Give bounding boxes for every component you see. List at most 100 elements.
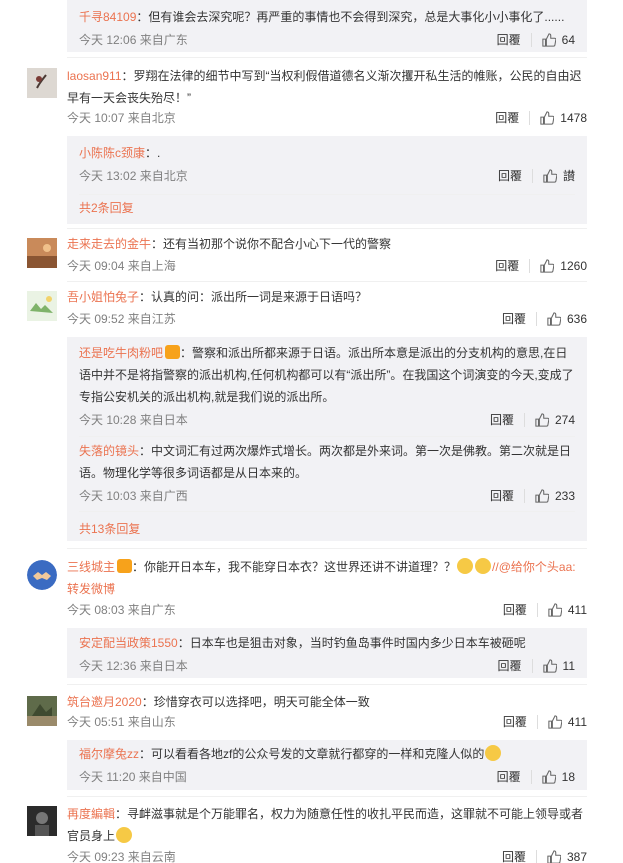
comment-actions: 回覆 1260	[495, 256, 587, 276]
like-count: 1478	[560, 111, 587, 125]
sub-reply: 福尔摩兔zz：可以看看各地zf的公众号发的文章就行都穿的一样和克隆人似的 今天 …	[79, 743, 575, 787]
avatar-image	[27, 806, 57, 836]
thumbs-up-icon[interactable]	[535, 413, 549, 427]
comment-actions: 回覆 411	[503, 600, 587, 620]
reply-button[interactable]: 回覆	[502, 309, 526, 329]
comment-actions: 回覆 636	[502, 309, 587, 329]
vip-badge-icon	[117, 559, 133, 573]
thumbs-up-icon[interactable]	[548, 715, 562, 729]
reply-button[interactable]: 回覆	[503, 712, 527, 732]
comment-list: 千寻84109：但有谁会去深究呢？再严重的事情也不会得到深究，总是大事化小小事化…	[0, 0, 623, 863]
vip-badge-icon	[165, 345, 181, 359]
divider	[67, 684, 587, 685]
reply-button[interactable]: 回覆	[498, 166, 522, 186]
comment-text: 但有谁会去深究呢？再严重的事情也不会得到深究，总是大事化小小事化了......	[148, 10, 565, 24]
comment-time: 今天 12:36 来自日本	[79, 659, 188, 673]
view-more-replies-link[interactable]: 共13条回复	[79, 520, 140, 537]
comment-time: 今天 10:07 来自北京	[67, 111, 176, 125]
commenter-name[interactable]: 走来走去的金牛	[67, 237, 151, 251]
like-count: 11	[562, 659, 575, 673]
reply-button[interactable]: 回覆	[502, 847, 526, 863]
avatar-image	[27, 291, 57, 321]
comment-text: .	[157, 146, 161, 160]
commenter-name[interactable]: 福尔摩兔zz	[79, 747, 139, 761]
sub-reply-box: 千寻84109：但有谁会去深究呢？再严重的事情也不会得到深究，总是大事化小小事化…	[67, 0, 587, 52]
sub-reply: 小陈陈c颈康：. 今天 13:02 来自北京 回覆 讃	[79, 142, 575, 186]
reply-button[interactable]: 回覆	[495, 256, 519, 276]
commenter-name[interactable]: 筑台邀月2020	[67, 695, 142, 709]
comment-actions: 回覆 233	[490, 486, 575, 506]
thumbs-up-icon[interactable]	[547, 850, 561, 863]
comment-time: 今天 09:04 来自上海	[67, 259, 176, 273]
commenter-name[interactable]: 小陈陈c颈康	[79, 146, 145, 160]
comment-time: 今天 11:20 来自中国	[79, 770, 187, 784]
comment-time: 今天 08:03 来自广东	[67, 603, 176, 617]
like-count: 233	[554, 489, 575, 503]
reply-button[interactable]: 回覆	[490, 486, 514, 506]
divider	[67, 228, 587, 229]
avatar[interactable]	[27, 560, 57, 590]
commenter-name[interactable]: 再度編輯	[67, 807, 115, 821]
sub-reply-box: 还是吃牛肉粉吧 ：警察和派出所都来源于日语。派出所本意是派出的分支机构的意思,在日…	[67, 337, 587, 541]
comment-time: 今天 05:51 来自山东	[67, 715, 176, 729]
thumbs-up-icon[interactable]	[548, 603, 562, 617]
commenter-name[interactable]: 还是吃牛肉粉吧	[79, 346, 163, 360]
sub-reply: 千寻84109：但有谁会去深究呢？再严重的事情也不会得到深究，总是大事化小小事化…	[79, 6, 575, 50]
comment-actions: 回覆 274	[490, 410, 575, 430]
emoji-icon	[116, 827, 133, 843]
reply-button[interactable]: 回覆	[498, 656, 522, 676]
sub-reply-box: 安定配当政策1550：日本车也是狙击对象，当时钓鱼岛事件时国内多少日本车被砸呢 …	[67, 628, 587, 678]
like-count: 64	[561, 33, 575, 47]
avatar[interactable]	[27, 696, 57, 726]
thumbs-up-icon[interactable]	[542, 659, 557, 673]
like-count: 274	[554, 413, 575, 427]
emoji-icon	[485, 745, 502, 761]
reply-button[interactable]: 回覆	[497, 30, 521, 50]
divider	[67, 548, 587, 549]
commenter-name[interactable]: 三线城主	[67, 560, 115, 574]
avatar-image	[27, 560, 57, 590]
reply-button[interactable]: 回覆	[490, 410, 514, 430]
comment-actions: 回覆 411	[503, 712, 587, 732]
avatar[interactable]	[27, 238, 57, 268]
thumbs-up-icon[interactable]	[535, 489, 549, 503]
commenter-name[interactable]: 千寻84109	[79, 10, 136, 24]
thumbs-up-icon[interactable]	[547, 312, 561, 326]
like-count: 411	[567, 715, 587, 729]
thumbs-up-icon[interactable]	[541, 33, 556, 47]
commenter-name[interactable]: laosan911	[67, 69, 122, 83]
avatar[interactable]	[27, 68, 57, 98]
commenter-name[interactable]: 吾小姐怕兔子	[67, 290, 139, 304]
commenter-name[interactable]: 失落的镜头	[79, 444, 139, 458]
reply-button[interactable]: 回覆	[503, 600, 527, 620]
thumbs-up-icon[interactable]	[540, 259, 555, 273]
like-count: 讃	[562, 169, 575, 183]
view-more-replies-link[interactable]: 共2条回复	[79, 199, 134, 216]
like-count: 636	[566, 312, 587, 326]
avatar-image	[27, 238, 57, 268]
thumbs-up-icon[interactable]	[541, 770, 556, 784]
avatar-image	[27, 68, 57, 98]
comment-time: 今天 09:23 来自云南	[67, 850, 176, 863]
avatar[interactable]	[27, 291, 57, 321]
comment-time: 今天 09:52 来自江苏	[67, 312, 176, 326]
comment-text: 罗翔在法律的细节中写到“当权利假借道德名义渐次攫开私生活的帷账，公民的自由迟早有…	[67, 69, 582, 105]
sub-reply: 安定配当政策1550：日本车也是狙击对象，当时钓鱼岛事件时国内多少日本车被砸呢 …	[79, 632, 575, 676]
thumbs-up-icon[interactable]	[540, 111, 555, 125]
divider	[67, 57, 587, 58]
comment-time: 今天 12:06 来自广东	[79, 33, 188, 47]
emoji-icon	[475, 558, 492, 574]
like-count: 1260	[560, 259, 587, 273]
comment-actions: 回覆 18	[497, 767, 575, 787]
reply-button[interactable]: 回覆	[495, 108, 519, 128]
commenter-name[interactable]: 安定配当政策1550	[79, 636, 178, 650]
divider	[67, 796, 587, 797]
comment-actions: 回覆 讃	[498, 166, 575, 186]
comment-text: 还有当初那个说你不配合小心下一代的警察	[163, 237, 392, 251]
sub-reply-box: 福尔摩兔zz：可以看看各地zf的公众号发的文章就行都穿的一样和克隆人似的 今天 …	[67, 740, 587, 790]
avatar[interactable]	[27, 806, 57, 836]
thumbs-up-icon[interactable]	[543, 169, 557, 183]
comment-actions: 回覆 11	[498, 656, 575, 676]
sub-reply: 还是吃牛肉粉吧 ：警察和派出所都来源于日语。派出所本意是派出的分支机构的意思,在日…	[79, 342, 575, 430]
reply-button[interactable]: 回覆	[497, 767, 521, 787]
